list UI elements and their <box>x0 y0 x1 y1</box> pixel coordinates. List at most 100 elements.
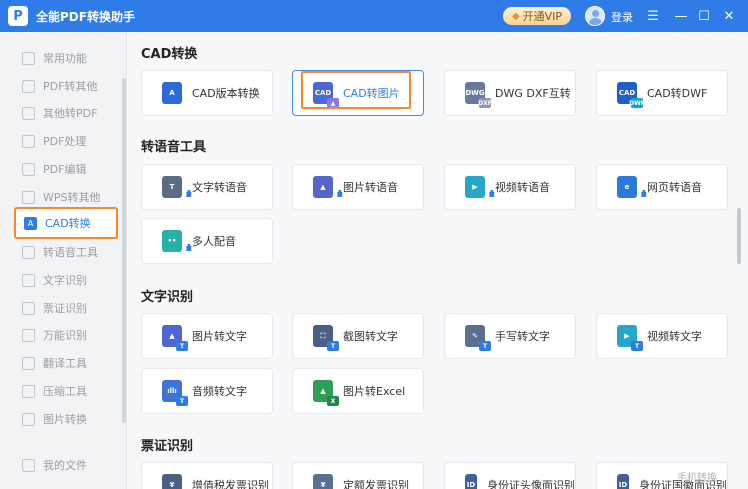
sidebar-item-label: WPS转其他 <box>43 191 101 204</box>
close-icon[interactable]: ✕ <box>719 6 739 26</box>
card-vat-invoice[interactable]: ¥ 增值税发票识别 <box>141 462 273 489</box>
translate-icon <box>22 356 35 370</box>
main-scrollbar[interactable] <box>737 208 741 264</box>
card-cad-to-image[interactable]: CAD ▲ CAD转图片 <box>292 70 424 116</box>
cad-to-image-icon: CAD ▲ <box>313 82 339 108</box>
card-dwg-dxf[interactable]: DWG DXF DWG DXF互转 <box>444 70 576 116</box>
card-image-to-speech[interactable]: ▲ ıllı 图片转语音 <box>292 164 424 210</box>
sidebar-item-universal[interactable]: 万能识别 <box>14 321 118 349</box>
ticket-icon <box>22 301 35 315</box>
card-label: 视频转文字 <box>647 330 702 343</box>
diamond-icon: ◆ <box>511 10 520 22</box>
maximize-icon[interactable]: ☐ <box>694 6 714 26</box>
sidebar-item-label: 万能识别 <box>43 329 87 342</box>
vip-button[interactable]: ◆ 开通VIP <box>503 7 571 25</box>
sidebar-item-my-files[interactable]: 我的文件 <box>14 451 118 479</box>
cad-to-dwf-icon: CAD DWF <box>617 82 645 108</box>
card-audio-to-text[interactable]: ıllı T 音频转文字 <box>141 368 273 414</box>
sidebar-item-pdf-edit[interactable]: PDF编辑 <box>14 155 118 183</box>
cad-version-icon: A <box>162 82 182 104</box>
sidebar-item-label: 翻译工具 <box>43 357 87 370</box>
text-to-speech-icon: Tıllı <box>162 176 192 200</box>
card-cad-to-dwf[interactable]: CAD DWF CAD转DWF <box>596 70 728 116</box>
sidebar-item-pdf-process[interactable]: PDF处理 <box>14 127 118 155</box>
title-bar: P 全能PDF转换助手 ◆ 开通VIP 登录 ☰ — ☐ ✕ <box>0 0 748 32</box>
sidebar-item-other-to-pdf[interactable]: 其他转PDF <box>14 99 118 127</box>
wps-icon <box>22 190 35 204</box>
card-text-to-speech[interactable]: Tıllı 文字转语音 <box>141 164 273 210</box>
section-title-cad: CAD转换 <box>141 47 198 62</box>
card-label: 音频转文字 <box>192 385 247 398</box>
sidebar-item-label: 压缩工具 <box>43 385 87 398</box>
sidebar-item-label: PDF处理 <box>43 135 87 148</box>
sidebar-item-ticket[interactable]: 票证识别 <box>14 294 118 322</box>
card-label: 视频转语音 <box>495 181 550 194</box>
avatar[interactable] <box>585 6 605 26</box>
sidebar-item-pdf-to-other[interactable]: PDF转其他 <box>14 72 118 100</box>
sidebar-item-common[interactable]: 常用功能 <box>14 44 118 72</box>
card-cad-version[interactable]: A CAD版本转换 <box>141 70 273 116</box>
sidebar-item-label: CAD转换 <box>45 217 91 230</box>
compress-icon <box>22 384 35 398</box>
card-image-to-text[interactable]: ▲ T 图片转文字 <box>141 313 273 359</box>
image-to-speech-icon: ▲ ıllı <box>313 176 343 200</box>
card-fixed-invoice[interactable]: ¥ 定额发票识别 <box>292 462 424 489</box>
image-to-excel-icon: ▲ X <box>313 380 339 406</box>
card-label: 多人配音 <box>192 235 236 248</box>
card-label: 图片转语音 <box>343 181 398 194</box>
invoice-icon: ¥ <box>162 474 182 489</box>
sidebar-item-label: 文字识别 <box>43 274 87 287</box>
sidebar-item-label: 常用功能 <box>43 52 87 65</box>
cad-icon: A <box>24 216 37 230</box>
screenshot-to-text-icon: ⛶ T <box>313 325 339 351</box>
sidebar-item-image[interactable]: 图片转换 <box>14 405 118 433</box>
star-icon <box>22 51 35 65</box>
card-label: DWG DXF互转 <box>495 87 571 100</box>
sidebar-item-compress[interactable]: 压缩工具 <box>14 377 118 405</box>
handwriting-to-text-icon: ✎ T <box>465 325 491 351</box>
minimize-icon[interactable]: — <box>671 6 691 26</box>
section-title-speech: 转语音工具 <box>141 140 207 155</box>
sidebar-item-speech[interactable]: 转语音工具 <box>14 238 118 266</box>
section-title-ticket: 票证识别 <box>141 439 194 454</box>
card-handwriting-to-text[interactable]: ✎ T 手写转文字 <box>444 313 576 359</box>
dwg-dxf-icon: DWG DXF <box>465 82 492 108</box>
menu-icon[interactable]: ☰ <box>643 6 663 26</box>
card-screenshot-to-text[interactable]: ⛶ T 截图转文字 <box>292 313 424 359</box>
webpage-to-speech-icon: e ıllı <box>617 176 647 200</box>
card-image-to-excel[interactable]: ▲ X 图片转Excel <box>292 368 424 414</box>
main-panel: CAD转换 A CAD版本转换 CAD ▲ CAD转图片 DWG DXF DWG D… <box>127 32 748 489</box>
sidebar-item-cad[interactable]: A CAD转换 <box>14 207 118 239</box>
login-link[interactable]: 登录 <box>611 9 633 25</box>
folder-icon <box>22 458 35 472</box>
scan-icon <box>22 328 35 342</box>
image-icon <box>22 412 35 426</box>
card-label: 图片转Excel <box>343 385 406 398</box>
sidebar-scrollbar[interactable] <box>122 78 126 423</box>
card-label: 身份证头像面识别 <box>487 479 575 489</box>
card-label: 文字转语音 <box>192 181 247 194</box>
card-label: CAD转图片 <box>343 87 400 100</box>
sidebar: 常用功能 PDF转其他 其他转PDF PDF处理 PDF编辑 WPS转其他 AC… <box>0 32 127 489</box>
card-label: 截图转文字 <box>343 330 398 343</box>
video-to-speech-icon: ▶ ıllı <box>465 176 495 200</box>
id-card-icon: ID <box>465 474 477 489</box>
id-card-icon: ID <box>617 474 629 489</box>
card-label: 手写转文字 <box>495 330 550 343</box>
app-logo: P <box>8 6 28 26</box>
sidebar-item-translate[interactable]: 翻译工具 <box>14 349 118 377</box>
card-webpage-to-speech[interactable]: e ıllı 网页转语音 <box>596 164 728 210</box>
card-id-front[interactable]: ID 身份证头像面识别 <box>444 462 576 489</box>
file-icon <box>22 106 35 120</box>
card-label: CAD转DWF <box>647 87 708 100</box>
card-label: 网页转语音 <box>647 181 702 194</box>
app-title: 全能PDF转换助手 <box>36 9 135 24</box>
card-video-to-text[interactable]: ▶ T 视频转文字 <box>596 313 728 359</box>
sidebar-item-ocr[interactable]: 文字识别 <box>14 266 118 294</box>
card-multi-dubbing[interactable]: •• ıllı 多人配音 <box>141 218 273 264</box>
video-to-text-icon: ▶ T <box>617 325 643 351</box>
pdf-icon <box>22 79 35 93</box>
audio-to-text-icon: ıllı T <box>162 380 188 406</box>
card-video-to-speech[interactable]: ▶ ıllı 视频转语音 <box>444 164 576 210</box>
sidebar-item-label: 图片转换 <box>43 413 87 426</box>
